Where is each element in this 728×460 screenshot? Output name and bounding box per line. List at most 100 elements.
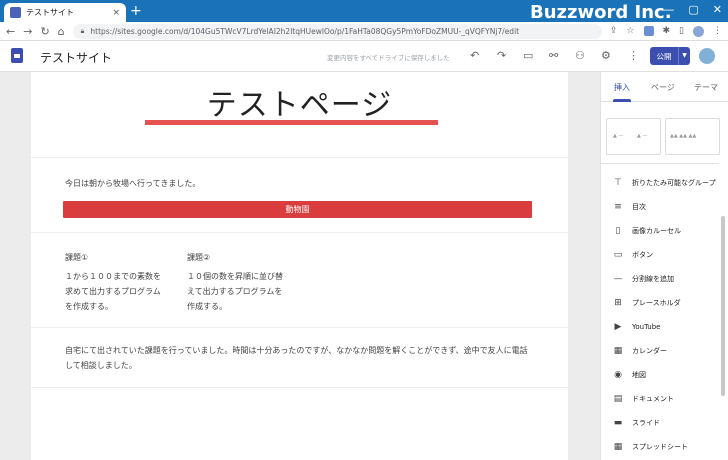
collapsible-group-icon: ⊤ [614, 178, 622, 188]
browser-menu-icon[interactable]: ⋮ [713, 26, 722, 36]
more-options-icon[interactable]: ⋮ [628, 49, 639, 62]
window-controls: — ▢ ✕ [663, 3, 722, 16]
section-divider [31, 327, 568, 328]
section-divider [31, 387, 568, 388]
map-pin-icon: ◉ [614, 370, 622, 380]
share-with-others-icon[interactable]: ⚇ [575, 49, 585, 62]
insert-placeholder[interactable]: ⊞ プレースホルダ [613, 296, 681, 310]
calendar-icon: ▦ [613, 346, 623, 356]
sites-favicon-icon [10, 7, 21, 18]
back-icon[interactable]: ← [6, 25, 15, 38]
window-close-button[interactable]: ✕ [713, 3, 722, 16]
insert-item-label: 分割線を追加 [632, 275, 674, 283]
layout-preview-icon: ▲ — [613, 133, 624, 139]
tab-themes[interactable]: テーマ [694, 82, 718, 93]
home-icon[interactable]: ⌂ [58, 25, 65, 38]
insert-youtube[interactable]: ▶ YouTube [613, 320, 661, 334]
maximize-button[interactable]: ▢ [688, 3, 698, 16]
browser-extension-icons: ⇪ ☆ ✱ ▯ ⋮ [610, 25, 722, 37]
share-icon[interactable]: ⇪ [610, 26, 618, 36]
insert-document[interactable]: ▤ ドキュメント [613, 392, 674, 406]
insert-map[interactable]: ◉ 地図 [613, 368, 646, 382]
extension-icon[interactable] [643, 26, 654, 36]
carousel-icon: ▯ [615, 226, 621, 236]
document-icon: ▤ [613, 394, 623, 404]
insert-item-label: 折りたたみ可能なグループ [632, 179, 716, 187]
placeholder-icon: ⊞ [614, 298, 622, 308]
insert-item-label: 画像カルーセル [632, 227, 681, 235]
slides-icon: ▬ [613, 418, 623, 428]
task1-body[interactable]: １から１００までの素数を求めて出力するプログラムを作成する。 [65, 269, 165, 314]
profile-avatar-icon[interactable] [693, 25, 704, 37]
url-text: https://sites.google.com/d/104Gu5TWcV7Lr… [90, 26, 520, 36]
forward-icon[interactable]: → [23, 25, 32, 38]
preview-icon[interactable]: ▭ [523, 49, 533, 62]
sheets-icon: ▦ [613, 442, 623, 452]
layout-tile-three-images[interactable]: ▲▲ ▲▲ ▲▲ [665, 118, 720, 155]
insert-item-label: 地図 [632, 371, 646, 379]
tab-insert[interactable]: 挿入 [614, 82, 630, 93]
panel-scrollbar[interactable] [721, 216, 725, 396]
insert-calendar[interactable]: ▦ カレンダー [613, 344, 667, 358]
settings-gear-icon[interactable]: ⚙ [601, 49, 611, 62]
task2-body[interactable]: １０個の数を昇順に並び替えて出力するプログラムを作成する。 [187, 269, 287, 314]
publish-dropdown-icon[interactable]: ▼ [678, 47, 690, 65]
insert-slides[interactable]: ▬ スライド [613, 416, 660, 430]
page-body: テストページ 今日は朝から牧場へ行ってきました。 動物園 課題① １から１００ま… [31, 72, 568, 460]
insert-item-label: 目次 [632, 203, 646, 211]
bookmark-star-icon[interactable]: ☆ [626, 26, 634, 36]
divider-icon: — [613, 274, 623, 284]
save-status: 変更内容をすべてドライブに保存しました [327, 54, 450, 62]
task2-heading[interactable]: 課題② [187, 252, 210, 263]
insert-table-of-contents[interactable]: ≡ 目次 [613, 200, 646, 214]
browser-tab-title: テストサイト [26, 8, 74, 17]
layout-preview-icon: ▲▲ ▲▲ ▲▲ [670, 133, 697, 139]
user-avatar[interactable] [699, 48, 715, 64]
page-title[interactable]: テストページ [31, 80, 568, 124]
zoo-button[interactable]: 動物園 [63, 201, 532, 218]
layout-tile-two-images[interactable]: ▲ — ▲ — [606, 118, 661, 155]
browser-tab-strip: テストサイト × + Buzzword Inc. — ▢ ✕ [0, 0, 728, 23]
sites-header: テストサイト 変更内容をすべてドライブに保存しました ↶ ↷ ▭ ⚯ ⚇ ⚙ ⋮… [0, 41, 728, 72]
toc-icon: ≡ [614, 202, 622, 212]
sidebar-icon[interactable]: ▯ [679, 26, 684, 36]
insert-button[interactable]: ▭ ボタン [613, 248, 653, 262]
insert-item-label: YouTube [632, 323, 661, 331]
undo-icon[interactable]: ↶ [470, 49, 479, 62]
address-bar[interactable]: 🔒︎ https://sites.google.com/d/104Gu5TWcV… [72, 23, 602, 39]
publish-label: 公開 [656, 51, 672, 61]
text-block-homework[interactable]: 自宅にて出されていた課題を行っていました。時間は十分あったのですが、なかなか問題… [65, 343, 535, 373]
insert-item-label: カレンダー [632, 347, 667, 355]
insert-item-label: プレースホルダ [632, 299, 681, 307]
close-tab-icon[interactable]: × [112, 8, 120, 18]
title-underline-bar [145, 120, 438, 125]
insert-image-carousel[interactable]: ▯ 画像カルーセル [613, 224, 681, 238]
button-icon: ▭ [613, 250, 623, 260]
text-block-morning[interactable]: 今日は朝から牧場へ行ってきました。 [65, 176, 535, 191]
insert-divider[interactable]: — 分割線を追加 [613, 272, 675, 286]
reload-icon[interactable]: ↻ [40, 25, 49, 38]
minimize-button[interactable]: — [663, 3, 674, 16]
insert-collapsible-group[interactable]: ⊤ 折りたたみ可能なグループ [613, 176, 716, 190]
puzzle-icon[interactable]: ✱ [663, 26, 671, 36]
layout-preview-icon: ▲ — [637, 133, 648, 139]
task1-heading[interactable]: 課題① [65, 252, 88, 263]
sites-logo-icon[interactable] [11, 48, 23, 63]
browser-toolbar: ← → ↻ ⌂ 🔒︎ https://sites.google.com/d/10… [0, 22, 728, 41]
active-tab-indicator [613, 99, 631, 102]
site-title[interactable]: テストサイト [40, 49, 112, 66]
link-icon[interactable]: ⚯ [549, 49, 558, 62]
browser-tab[interactable]: テストサイト × [4, 3, 126, 22]
new-tab-button[interactable]: + [130, 3, 142, 19]
tab-pages[interactable]: ページ [651, 82, 675, 93]
insert-spreadsheet[interactable]: ▦ スプレッドシート [613, 440, 688, 454]
lock-icon: 🔒︎ [80, 26, 85, 35]
youtube-icon: ▶ [614, 322, 622, 332]
panel-divider [601, 163, 719, 164]
editor-canvas: テストページ 今日は朝から牧場へ行ってきました。 動物園 課題① １から１００ま… [0, 72, 600, 460]
redo-icon[interactable]: ↷ [497, 49, 506, 62]
section-divider [31, 157, 568, 158]
insert-item-label: ドキュメント [632, 395, 674, 403]
publish-button[interactable]: 公開 ▼ [650, 47, 690, 65]
section-divider [31, 232, 568, 233]
